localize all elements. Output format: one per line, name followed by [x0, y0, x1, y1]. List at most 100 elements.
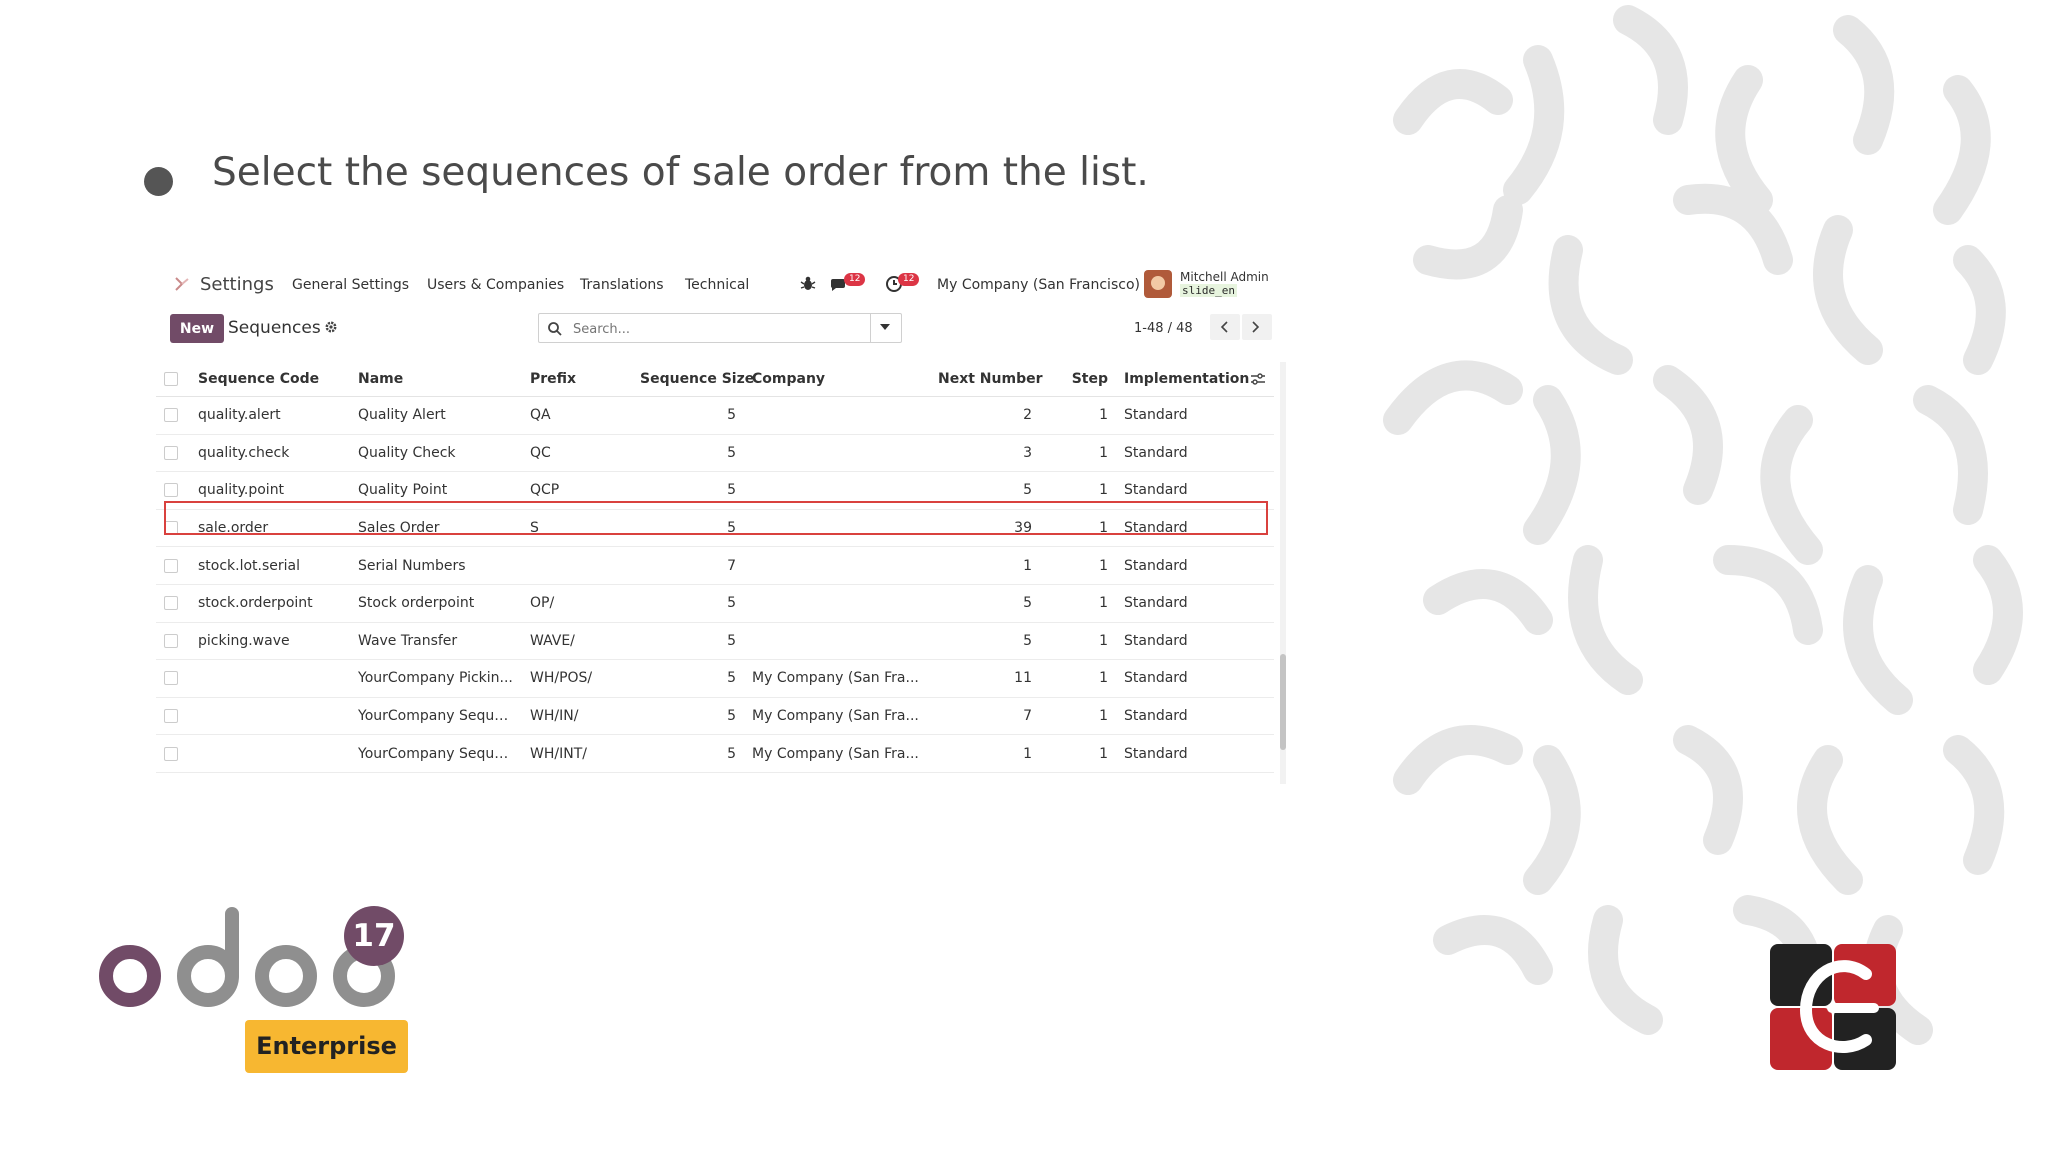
menu-users-companies[interactable]: Users & Companies [427, 277, 564, 293]
cell-next-number[interactable]: 39 [930, 509, 1040, 548]
row-checkbox[interactable] [156, 772, 190, 784]
cell-prefix[interactable]: QA [522, 396, 632, 435]
cell-sequence-code[interactable]: quality.check [190, 434, 350, 473]
user-name[interactable]: Mitchell Admin [1180, 270, 1269, 284]
column-step[interactable]: Step [1040, 362, 1116, 397]
column-company[interactable]: Company [744, 362, 930, 397]
row-checkbox[interactable] [156, 396, 190, 435]
table-row[interactable]: sale.order Sales Order S 5 39 1 Standard [156, 509, 1274, 548]
column-sequence-code[interactable]: Sequence Code [190, 362, 350, 397]
table-row[interactable]: picking.wave Wave Transfer WAVE/5 5 1 Standar… [156, 622, 1274, 661]
row-checkbox[interactable] [156, 434, 190, 473]
gear-icon[interactable] [324, 320, 338, 334]
table-row[interactable]: quality.point Quality Point QCP 5 5 1 Standard [156, 471, 1274, 510]
cell-name[interactable]: YourCompany Seque... [350, 772, 522, 784]
cell-sequence-size[interactable]: 5 [632, 622, 744, 661]
cell-sequence-size[interactable]: 5 [632, 471, 744, 510]
column-name[interactable]: Name [350, 362, 522, 397]
search-options-toggle[interactable] [870, 314, 901, 342]
cell-company[interactable]: My Company (San Fra... [744, 659, 930, 698]
cell-sequence-code[interactable]: quality.alert [190, 396, 350, 435]
cell-next-number[interactable]: 2 [930, 396, 1040, 435]
cell-company[interactable]: My Company (San Fra... [744, 772, 930, 784]
cell-next-number[interactable]: 7 [930, 697, 1040, 736]
scrollbar-thumb[interactable] [1280, 654, 1286, 750]
table-row[interactable]: YourCompany Seque... WH/IN/5 My Company (S… [156, 697, 1274, 736]
select-all-checkbox[interactable] [156, 362, 190, 397]
cell-prefix[interactable]: S [522, 509, 632, 548]
cell-sequence-size[interactable]: 5 [632, 772, 744, 784]
debug-bug-icon[interactable] [798, 274, 818, 294]
table-row[interactable]: stock.lot.serial Serial Numbers 7 1 1 Standar… [156, 546, 1274, 585]
cell-step[interactable]: 1 [1040, 471, 1116, 510]
cell-step[interactable]: 1 [1040, 584, 1116, 623]
cell-step[interactable]: 1 [1040, 697, 1116, 736]
row-checkbox[interactable] [156, 659, 190, 698]
cell-sequence-code[interactable]: sale.order [190, 509, 350, 548]
table-row[interactable]: quality.alert Quality Alert QA 5 2 1 Standard [156, 396, 1274, 435]
row-checkbox[interactable] [156, 734, 190, 773]
cell-implementation[interactable]: Standard [1116, 471, 1274, 510]
cell-sequence-size[interactable]: 7 [632, 546, 744, 585]
pager-next-button[interactable] [1242, 314, 1272, 340]
cell-next-number[interactable]: 5 [930, 584, 1040, 623]
cell-company[interactable] [744, 584, 930, 623]
row-checkbox[interactable] [156, 471, 190, 510]
cell-prefix[interactable] [522, 546, 632, 585]
new-button[interactable]: New [170, 314, 224, 343]
column-sequence-size[interactable]: Sequence Size [632, 362, 754, 397]
cell-company[interactable] [744, 622, 930, 661]
cell-sequence-code[interactable]: picking.wave [190, 622, 350, 661]
cell-implementation[interactable]: Standard [1116, 622, 1274, 661]
list-scrollbar[interactable] [1280, 362, 1286, 784]
cell-name[interactable]: Quality Alert [350, 396, 522, 435]
cell-company[interactable] [744, 546, 930, 585]
cell-next-number[interactable]: 1 [930, 546, 1040, 585]
menu-translations[interactable]: Translations [580, 277, 664, 293]
cell-step[interactable]: 1 [1040, 659, 1116, 698]
cell-implementation[interactable]: Standard [1116, 697, 1274, 736]
cell-sequence-size[interactable]: 5 [632, 697, 744, 736]
cell-name[interactable]: YourCompany Pickin... [350, 659, 522, 698]
cell-name[interactable]: YourCompany Seque... [350, 734, 522, 773]
cell-prefix[interactable]: QCP [522, 471, 632, 510]
column-prefix[interactable]: Prefix [522, 362, 632, 397]
optional-columns-icon[interactable] [1250, 372, 1266, 386]
menu-technical[interactable]: Technical [685, 277, 749, 293]
cell-sequence-size[interactable]: 5 [632, 509, 744, 548]
cell-prefix[interactable]: WH/OUT/ [522, 772, 632, 784]
cell-next-number[interactable]: 11 [930, 659, 1040, 698]
cell-company[interactable]: My Company (San Fra... [744, 734, 930, 773]
cell-step[interactable]: 1 [1040, 509, 1116, 548]
cell-next-number[interactable]: 5 [930, 471, 1040, 510]
pager-value[interactable]: 1-48 / 48 [1134, 321, 1193, 336]
table-row[interactable]: YourCompany Seque... WH/INT/5 My Company (… [156, 734, 1274, 773]
cell-implementation[interactable]: Standard [1116, 772, 1274, 784]
cell-prefix[interactable]: WH/INT/ [522, 734, 632, 773]
cell-prefix[interactable]: QC [522, 434, 632, 473]
cell-name[interactable]: Quality Point [350, 471, 522, 510]
cell-sequence-code[interactable]: stock.orderpoint [190, 584, 350, 623]
cell-next-number[interactable]: 5 [930, 622, 1040, 661]
company-switcher[interactable]: My Company (San Francisco) [937, 277, 1140, 293]
cell-prefix[interactable]: WAVE/ [522, 622, 632, 661]
settings-app-icon[interactable] [174, 276, 190, 292]
search-input[interactable] [571, 318, 855, 340]
cell-company[interactable]: My Company (San Fra... [744, 697, 930, 736]
cell-next-number[interactable]: 1 [930, 734, 1040, 773]
column-next-number[interactable]: Next Number [930, 362, 1043, 397]
table-row[interactable]: YourCompany Seque...WH/OUT/5My Company (… [156, 772, 1274, 784]
pager-previous-button[interactable] [1210, 314, 1240, 340]
cell-sequence-size[interactable]: 5 [632, 396, 744, 435]
table-row[interactable]: YourCompany Pickin... WH/POS/5 My Company … [156, 659, 1274, 698]
cell-implementation[interactable]: Standard [1116, 509, 1274, 548]
cell-name[interactable]: Stock orderpoint [350, 584, 522, 623]
cell-sequence-size[interactable]: 5 [632, 584, 744, 623]
cell-sequence-code[interactable] [190, 697, 350, 736]
app-name[interactable]: Settings [200, 274, 274, 295]
row-checkbox[interactable] [156, 697, 190, 736]
cell-name[interactable]: Quality Check [350, 434, 522, 473]
cell-sequence-code[interactable] [190, 734, 350, 773]
cell-company[interactable] [744, 396, 930, 435]
menu-general-settings[interactable]: General Settings [292, 277, 409, 293]
